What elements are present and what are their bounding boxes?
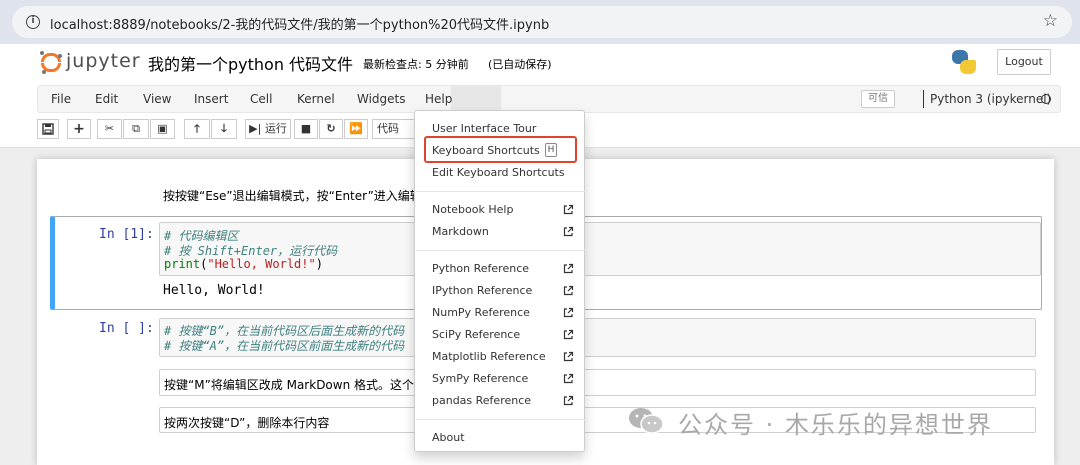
markdown-instruction[interactable]: 按按键“Ese”退出编辑模式，按“Enter”进入编辑 xyxy=(163,187,422,204)
menu-item-ipython-reference[interactable]: IPython Reference xyxy=(432,284,532,297)
autosave-status: (已自动保存) xyxy=(488,58,552,71)
menu-kernel[interactable]: Kernel xyxy=(297,92,335,106)
kernel-separator xyxy=(923,90,924,108)
save-icon xyxy=(42,123,54,135)
arrow-down-icon: 🡓 xyxy=(221,122,227,135)
run-button[interactable]: ▶| 运行 xyxy=(245,119,291,139)
interrupt-button[interactable]: ■ xyxy=(294,119,318,139)
menu-help[interactable]: Help xyxy=(425,92,452,106)
refresh-icon: ↻ xyxy=(326,122,336,135)
help-dropdown-menu: User Interface Tour Keyboard Shortcuts H… xyxy=(414,110,585,452)
menu-item-scipy-reference[interactable]: SciPy Reference xyxy=(432,328,520,341)
cell-2-prompt: In [ ]: xyxy=(99,321,154,336)
kernel-name[interactable]: Python 3 (ipykernel) xyxy=(930,92,1051,106)
menu-help-active-bg xyxy=(451,86,501,112)
external-link-icon xyxy=(563,329,574,340)
jupyter-logo-text[interactable]: jupyter xyxy=(66,50,141,72)
copy-button[interactable]: ⧉ xyxy=(123,119,149,139)
shortcut-key-badge: H xyxy=(545,143,557,157)
menu-item-pandas-reference[interactable]: pandas Reference xyxy=(432,394,531,407)
code-line: print("Hello, World!") xyxy=(164,257,323,271)
move-up-button[interactable]: 🡑 xyxy=(184,119,210,139)
external-link-icon xyxy=(563,307,574,318)
paren-close: ) xyxy=(315,257,323,271)
plus-icon: + xyxy=(73,121,85,137)
trusted-badge[interactable]: 可信 xyxy=(861,90,895,108)
cell-1-prompt: In [1]: xyxy=(99,227,154,242)
external-link-icon xyxy=(563,263,574,274)
save-button[interactable] xyxy=(37,119,59,139)
site-info-icon[interactable]: i xyxy=(26,15,40,29)
insert-cell-button[interactable]: + xyxy=(67,119,91,139)
menu-item-python-reference[interactable]: Python Reference xyxy=(432,262,529,275)
menu-item-edit-keyboard-shortcuts[interactable]: Edit Keyboard Shortcuts xyxy=(432,166,565,179)
jupyter-logo-icon[interactable] xyxy=(40,51,62,74)
code-line: # 按键“A”，在当前代码区前面生成新的代码 xyxy=(164,339,405,353)
move-down-button[interactable]: 🡓 xyxy=(211,119,237,139)
menu-insert[interactable]: Insert xyxy=(194,92,228,106)
kernel-idle-indicator-icon xyxy=(1041,94,1051,104)
external-link-icon xyxy=(563,204,574,215)
python-logo-icon xyxy=(952,50,976,74)
menu-widgets[interactable]: Widgets xyxy=(357,92,406,106)
external-link-icon xyxy=(563,373,574,384)
stop-icon: ■ xyxy=(300,122,312,135)
menubar: File Edit View Insert Cell Kernel Widget… xyxy=(37,85,1061,113)
markdown-cell-m[interactable]: 按键“M”将编辑区改成 MarkDown 格式。这个 xyxy=(159,369,1036,396)
external-link-icon xyxy=(563,351,574,362)
cell-type-select[interactable]: 代码 xyxy=(372,119,416,139)
print-keyword: print xyxy=(164,257,201,271)
markdown-text: 按两次按键“D”，删除本行内容 xyxy=(164,416,330,430)
browser-toolbar: i localhost:8889/notebooks/2-我的代码文件/我的第一… xyxy=(0,0,1080,44)
menu-divider xyxy=(416,419,585,420)
menu-edit[interactable]: Edit xyxy=(95,92,118,106)
checkpoint-status: 最新检查点: 5 分钟前 xyxy=(363,58,469,71)
watermark-text: 公众号 · 木乐乐的异想世界 xyxy=(678,411,993,439)
restart-run-all-button[interactable]: ⏩ xyxy=(344,119,368,139)
fast-forward-icon: ⏩ xyxy=(349,122,363,135)
menu-item-user-interface-tour[interactable]: User Interface Tour xyxy=(432,122,536,135)
menu-item-notebook-help[interactable]: Notebook Help xyxy=(432,203,513,216)
bookmark-star-icon[interactable]: ☆ xyxy=(1043,11,1058,31)
wechat-icon xyxy=(629,408,664,434)
menu-item-matplotlib-reference[interactable]: Matplotlib Reference xyxy=(432,350,546,363)
external-link-icon xyxy=(563,226,574,237)
arrow-up-icon: 🡑 xyxy=(194,122,200,135)
notebook-title[interactable]: 我的第一个python 代码文件 xyxy=(148,51,353,75)
menu-item-markdown[interactable]: Markdown xyxy=(432,225,489,238)
markdown-text: 按键“M”将编辑区改成 MarkDown 格式。这个 xyxy=(164,378,415,392)
menu-cell[interactable]: Cell xyxy=(250,92,272,106)
menu-divider xyxy=(416,191,585,192)
menu-file[interactable]: File xyxy=(51,92,71,106)
menu-item-keyboard-shortcuts[interactable]: Keyboard Shortcuts xyxy=(432,144,540,157)
paste-button[interactable]: ▣ xyxy=(150,119,175,139)
cell-2-editor[interactable]: # 按键“B”，在当前代码区后面生成新的代码 # 按键“A”，在当前代码区前面生… xyxy=(159,318,1036,357)
menu-divider xyxy=(416,250,585,251)
external-link-icon xyxy=(563,395,574,406)
address-bar[interactable]: i localhost:8889/notebooks/2-我的代码文件/我的第一… xyxy=(12,6,1072,38)
notebook-header: jupyter 我的第一个python 代码文件 最新检查点: 5 分钟前 (已… xyxy=(0,44,1080,80)
menu-item-about[interactable]: About xyxy=(432,431,465,444)
step-forward-icon: ▶| xyxy=(249,122,262,135)
paste-icon: ▣ xyxy=(157,122,168,135)
menu-view[interactable]: View xyxy=(143,92,171,106)
cut-button[interactable]: ✂ xyxy=(97,119,122,139)
menu-item-numpy-reference[interactable]: NumPy Reference xyxy=(432,306,530,319)
restart-button[interactable]: ↻ xyxy=(319,119,343,139)
menu-item-sympy-reference[interactable]: SymPy Reference xyxy=(432,372,528,385)
scissors-icon: ✂ xyxy=(104,122,115,135)
url-text[interactable]: localhost:8889/notebooks/2-我的代码文件/我的第一个p… xyxy=(50,14,549,33)
run-label: 运行 xyxy=(264,122,287,135)
external-link-icon xyxy=(563,285,574,296)
string-literal: "Hello, World!" xyxy=(207,257,316,271)
cell-1-editor[interactable]: # 代码编辑区 # 按 Shift+Enter，运行代码 print("Hell… xyxy=(159,222,1041,276)
cell-1-output: Hello, World! xyxy=(163,283,265,298)
copy-icon: ⧉ xyxy=(132,122,140,135)
logout-button[interactable]: Logout xyxy=(997,49,1051,75)
